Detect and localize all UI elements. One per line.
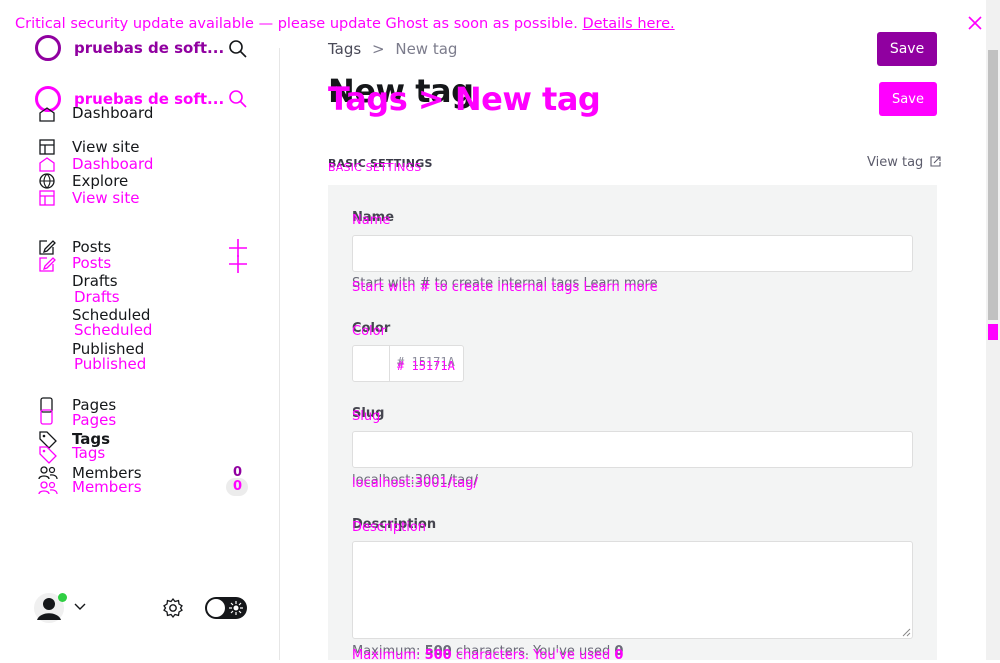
edit-icon bbox=[38, 238, 56, 256]
breadcrumb-current: New tag bbox=[395, 40, 458, 58]
name-input[interactable] bbox=[352, 235, 913, 272]
view-tag-label: View tag bbox=[867, 155, 924, 170]
view-site-icon bbox=[38, 189, 56, 207]
members-icon bbox=[38, 480, 58, 496]
new-post-plus-icon[interactable] bbox=[228, 254, 248, 274]
description-hint-prefix-overlay: Maximum: bbox=[352, 648, 421, 663]
search-icon[interactable] bbox=[228, 89, 248, 109]
slug-label-overlay: Slug bbox=[352, 409, 381, 424]
pages-icon bbox=[38, 396, 56, 426]
description-used-overlay: 0 bbox=[614, 648, 624, 663]
slug-input[interactable] bbox=[352, 431, 913, 468]
home-icon bbox=[38, 106, 56, 122]
sidebar-divider bbox=[279, 48, 280, 660]
nav-explore[interactable]: Explore bbox=[72, 172, 128, 190]
nav-view-site-overlay[interactable]: View site bbox=[72, 189, 139, 207]
scrollbar-thumb-overlay[interactable] bbox=[988, 324, 998, 340]
description-hint-mid-overlay: characters. You've used bbox=[455, 648, 611, 663]
name-label-overlay: Name bbox=[352, 213, 391, 228]
nav-tags-overlay[interactable]: Tags bbox=[72, 444, 105, 462]
members-count-overlay: 0 bbox=[233, 479, 243, 494]
view-tag-link[interactable]: View tag bbox=[867, 155, 942, 170]
nav-posts-overlay[interactable]: Posts bbox=[72, 254, 111, 272]
nav-dashboard[interactable]: Dashboard bbox=[72, 104, 153, 122]
slug-hint-overlay: localhost:3001/tag/ bbox=[352, 476, 478, 491]
gear-icon[interactable] bbox=[162, 597, 184, 619]
chevron-down-icon[interactable] bbox=[74, 603, 86, 611]
edit-icon bbox=[38, 255, 56, 273]
color-swatch[interactable] bbox=[353, 346, 390, 381]
toggle-knob bbox=[207, 599, 225, 617]
nav-pages-overlay[interactable]: Pages bbox=[72, 411, 116, 429]
update-banner: Critical security update available — ple… bbox=[15, 16, 675, 32]
nav-members-overlay[interactable]: Members bbox=[72, 478, 142, 496]
section-label-overlay: BASIC SETTINGS bbox=[328, 161, 422, 174]
breadcrumb: Tags > New tag bbox=[328, 40, 457, 58]
breadcrumb-separator: > bbox=[372, 40, 385, 58]
nav-drafts-overlay[interactable]: Drafts bbox=[74, 288, 120, 306]
globe-icon bbox=[38, 172, 56, 190]
members-icon bbox=[38, 465, 58, 481]
external-link-icon bbox=[930, 156, 942, 167]
description-textarea[interactable] bbox=[352, 541, 913, 639]
view-site-icon bbox=[38, 138, 56, 156]
save-button-overlay[interactable]: Save bbox=[879, 82, 937, 116]
nav-dashboard-overlay[interactable]: Dashboard bbox=[72, 155, 153, 173]
tag-icon bbox=[38, 445, 58, 465]
color-hash-overlay: # bbox=[397, 359, 405, 373]
color-value-overlay: 15171A bbox=[411, 359, 455, 373]
home-icon bbox=[38, 156, 56, 172]
save-button[interactable]: Save bbox=[877, 32, 937, 66]
description-hint-overlay: Maximum: 500 characters. You've used 0 bbox=[352, 648, 623, 663]
nav-published-overlay[interactable]: Published bbox=[74, 355, 146, 373]
banner-text: Critical security update available — ple… bbox=[15, 16, 578, 32]
color-hex-overlay: # 15171A bbox=[397, 359, 455, 373]
banner-details-link[interactable]: Details here. bbox=[582, 16, 674, 32]
nav-scheduled-overlay[interactable]: Scheduled bbox=[74, 321, 152, 339]
color-label-overlay: Color bbox=[352, 324, 386, 339]
resize-handle-icon[interactable] bbox=[902, 628, 911, 637]
sun-icon bbox=[229, 601, 243, 615]
breadcrumb-tags-link[interactable]: Tags bbox=[328, 40, 361, 58]
online-status-dot bbox=[58, 593, 67, 602]
page-title-overlay: Tags > New tag bbox=[328, 80, 601, 118]
scrollbar-thumb[interactable] bbox=[988, 50, 998, 320]
site-title[interactable]: pruebas de soft... bbox=[74, 39, 224, 57]
nav-view-site[interactable]: View site bbox=[72, 138, 139, 156]
close-banner-icon[interactable] bbox=[966, 14, 984, 32]
description-label-overlay: Description bbox=[352, 520, 427, 535]
name-hint-overlay: Start with # to create internal tags Lea… bbox=[352, 280, 658, 295]
site-logo[interactable] bbox=[35, 35, 61, 61]
search-icon[interactable] bbox=[228, 39, 248, 59]
description-max-overlay: 500 bbox=[424, 648, 452, 663]
